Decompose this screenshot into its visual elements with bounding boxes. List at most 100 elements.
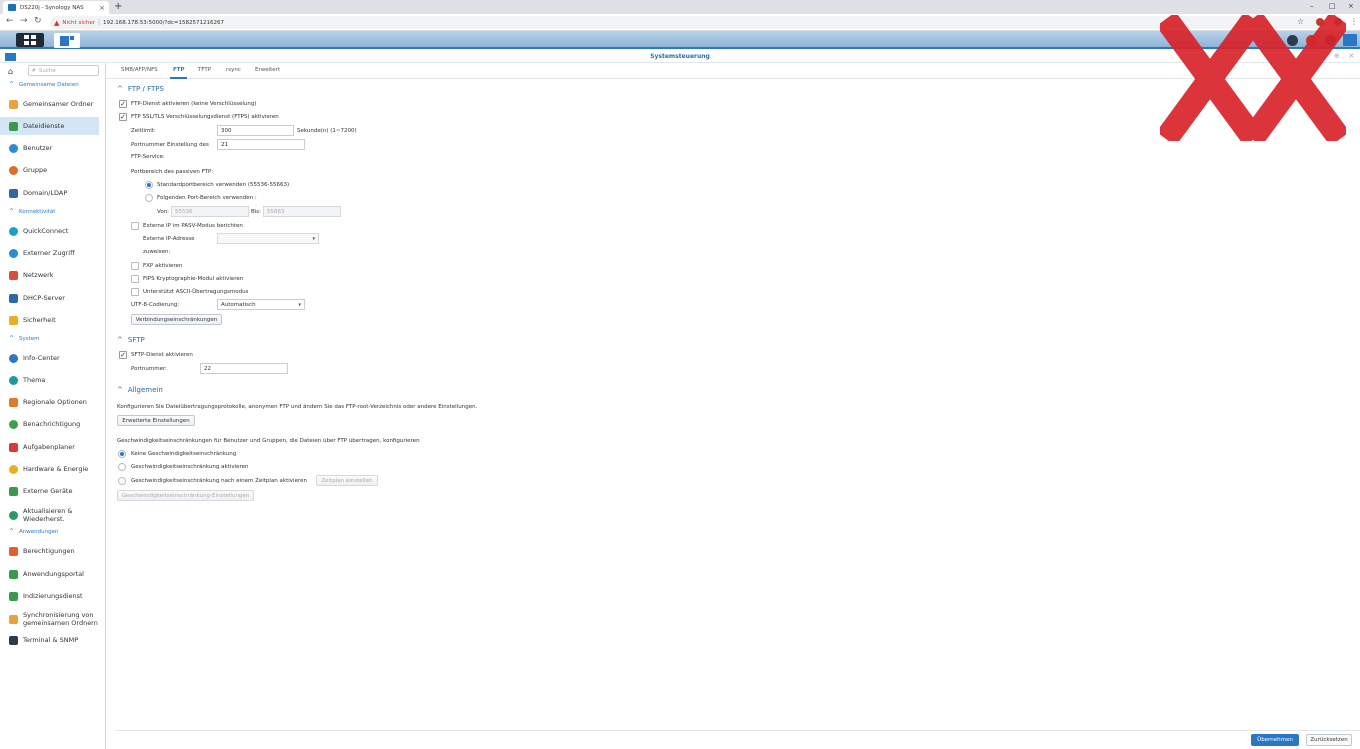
close-icon[interactable]: ×	[1348, 51, 1355, 60]
speed-none-radio[interactable]	[118, 450, 126, 458]
external-ip-select[interactable]: ▾	[217, 233, 319, 244]
sidebar-item-network[interactable]: Netzwerk	[0, 266, 99, 284]
ascii-checkbox[interactable]	[131, 288, 139, 296]
sidebar-item-update-restore[interactable]: Aktualisieren & Wiederherst.	[0, 504, 99, 526]
home-icon[interactable]: ⌂	[8, 67, 13, 76]
sidebar-item-task-scheduler[interactable]: Aufgabenplaner	[0, 438, 99, 456]
reset-button[interactable]: Zurücksetzen	[1306, 734, 1352, 746]
sidebar-item-label: Synchronisierung von gemeinsamen Ordnern	[23, 611, 98, 627]
connection-limits-button[interactable]: Verbindungseinschränkungen	[131, 314, 222, 325]
passive-custom-radio[interactable]	[145, 194, 153, 202]
section-connectivity[interactable]: ^ Konnektivität	[9, 208, 55, 215]
search-input[interactable]: ⌕ Suche	[28, 65, 99, 76]
sidebar-item-label: Domain/LDAP	[23, 189, 68, 197]
info-icon	[9, 353, 18, 363]
enable-sftp-checkbox[interactable]: ✓	[119, 351, 127, 359]
fxp-checkbox[interactable]	[131, 262, 139, 270]
window-close-icon[interactable]: ×	[1348, 2, 1354, 10]
tab-smb-afp-nfs[interactable]: SMB/AFP/NFS	[121, 67, 158, 73]
search-placeholder: Suche	[38, 67, 56, 74]
address-bar[interactable]: ▲ Nicht sicher | 192.168.178.53:5000/?dc…	[50, 16, 1320, 29]
forward-icon[interactable]: →	[20, 16, 28, 26]
section-label: Anwendungen	[19, 528, 59, 535]
advanced-settings-button[interactable]: Erweiterte Einstellungen	[117, 415, 195, 426]
control-panel-taskbar-icon[interactable]	[54, 33, 80, 48]
ftp-group-header[interactable]: ^ FTP / FTPS	[117, 85, 164, 93]
apply-button[interactable]: Übernehmen	[1251, 734, 1299, 746]
lightbulb-icon	[9, 464, 18, 474]
sidebar-item-notification[interactable]: Benachrichtigung	[0, 415, 99, 433]
main-menu-icon[interactable]	[16, 33, 44, 47]
sidebar-item-regional-options[interactable]: Regionale Optionen	[0, 393, 99, 411]
timeout-label: Zeitlimit:	[131, 128, 156, 134]
external-ip-label-2: zuweisen:	[143, 249, 171, 255]
to-port-input[interactable]: 55663	[263, 206, 341, 217]
sidebar-item-info-center[interactable]: Info-Center	[0, 349, 99, 367]
section-shared-files[interactable]: ^ Gemeinsame Dateien	[9, 81, 79, 88]
tab-advanced[interactable]: Erweitert	[255, 67, 280, 73]
general-group-header[interactable]: ^ Allgemein	[117, 386, 163, 394]
sidebar-item-label: Netzwerk	[23, 271, 54, 279]
speed-schedule-radio[interactable]	[118, 477, 126, 485]
sidebar-item-terminal-snmp[interactable]: Terminal & SNMP	[0, 631, 99, 649]
sidebar-item-privileges[interactable]: Berechtigungen	[0, 542, 99, 560]
sidebar-item-indexing-service[interactable]: Indizierungsdienst	[0, 587, 99, 605]
sync-icon	[9, 614, 18, 624]
fxp-label: FXP aktivieren	[143, 263, 183, 269]
sidebar-item-application-portal[interactable]: Anwendungsportal	[0, 565, 99, 583]
sidebar-item-file-services[interactable]: Dateidienste	[0, 117, 99, 135]
sidebar-item-theme[interactable]: Thema	[0, 371, 99, 389]
timeout-input[interactable]: 300	[217, 125, 294, 136]
enable-ftp-checkbox[interactable]: ✓	[119, 100, 127, 108]
fips-checkbox[interactable]	[131, 275, 139, 283]
sidebar-item-label: Berechtigungen	[23, 547, 75, 555]
speed-enable-radio[interactable]	[118, 463, 126, 471]
active-tab-indicator	[170, 77, 187, 79]
sidebar-item-external-access[interactable]: Externer Zugriff	[0, 244, 99, 262]
sidebar-item-shared-folder-sync[interactable]: Synchronisierung von gemeinsamen Ordnern	[0, 608, 99, 630]
window-maximize-icon[interactable]: □	[1329, 2, 1336, 10]
tab-close-icon[interactable]: ×	[99, 4, 105, 12]
enable-ftps-checkbox[interactable]: ✓	[119, 113, 127, 121]
sftp-port-input[interactable]: 22	[200, 363, 288, 374]
speed-limit-settings-button[interactable]: Geschwindigkeitseinschränkung-Einstellun…	[117, 490, 254, 501]
passive-default-radio[interactable]	[145, 181, 153, 189]
section-system[interactable]: ^ System	[9, 335, 40, 342]
utf8-selected-value: Automatisch	[221, 301, 256, 308]
from-port-input[interactable]: 55536	[171, 206, 249, 217]
back-icon[interactable]: ←	[6, 16, 14, 26]
synology-favicon-icon	[8, 4, 16, 11]
tab-ftp[interactable]: FTP	[173, 67, 185, 73]
browser-menu-icon[interactable]: ⋮	[1350, 17, 1358, 26]
globe-icon	[9, 248, 18, 258]
sidebar-item-label: Gruppe	[23, 166, 48, 174]
sidebar-item-label: Benutzer	[23, 144, 53, 152]
sidebar-item-security[interactable]: Sicherheit	[0, 311, 99, 329]
window-minimize-icon[interactable]: –	[1310, 2, 1314, 10]
section-applications[interactable]: ^ Anwendungen	[9, 528, 58, 535]
file-services-icon	[9, 121, 18, 131]
sftp-group-header[interactable]: ^ SFTP	[117, 336, 145, 344]
tab-rsync[interactable]: rsync	[226, 67, 241, 73]
user-icon	[9, 143, 18, 153]
sidebar-item-label: QuickConnect	[23, 227, 69, 235]
sidebar-item-group[interactable]: Gruppe	[0, 161, 99, 179]
sidebar-item-quickconnect[interactable]: QuickConnect	[0, 222, 99, 240]
tab-tftp[interactable]: TFTP	[198, 67, 211, 73]
ftp-port-input[interactable]: 21	[217, 139, 305, 150]
new-tab-icon[interactable]: +	[114, 1, 122, 12]
browser-tab[interactable]: DS220j - Synology NAS ×	[3, 1, 109, 14]
section-label: System	[19, 335, 40, 342]
reload-icon[interactable]: ↻	[34, 16, 42, 26]
to-label: Bis:	[251, 209, 262, 215]
sidebar-item-hardware-power[interactable]: Hardware & Energie	[0, 460, 99, 478]
sidebar-item-user[interactable]: Benutzer	[0, 139, 99, 157]
report-external-ip-checkbox[interactable]	[131, 222, 139, 230]
sidebar-item-domain-ldap[interactable]: Domain/LDAP	[0, 184, 99, 202]
sidebar-item-external-devices[interactable]: Externe Geräte	[0, 482, 99, 500]
group-title: Allgemein	[127, 386, 163, 394]
set-schedule-button[interactable]: Zeitplan einstellen	[316, 475, 378, 486]
utf8-select[interactable]: Automatisch ▾	[217, 299, 305, 310]
sidebar-item-dhcp-server[interactable]: DHCP-Server	[0, 289, 99, 307]
sidebar-item-shared-folder[interactable]: Gemeinsamer Ordner	[0, 95, 99, 113]
